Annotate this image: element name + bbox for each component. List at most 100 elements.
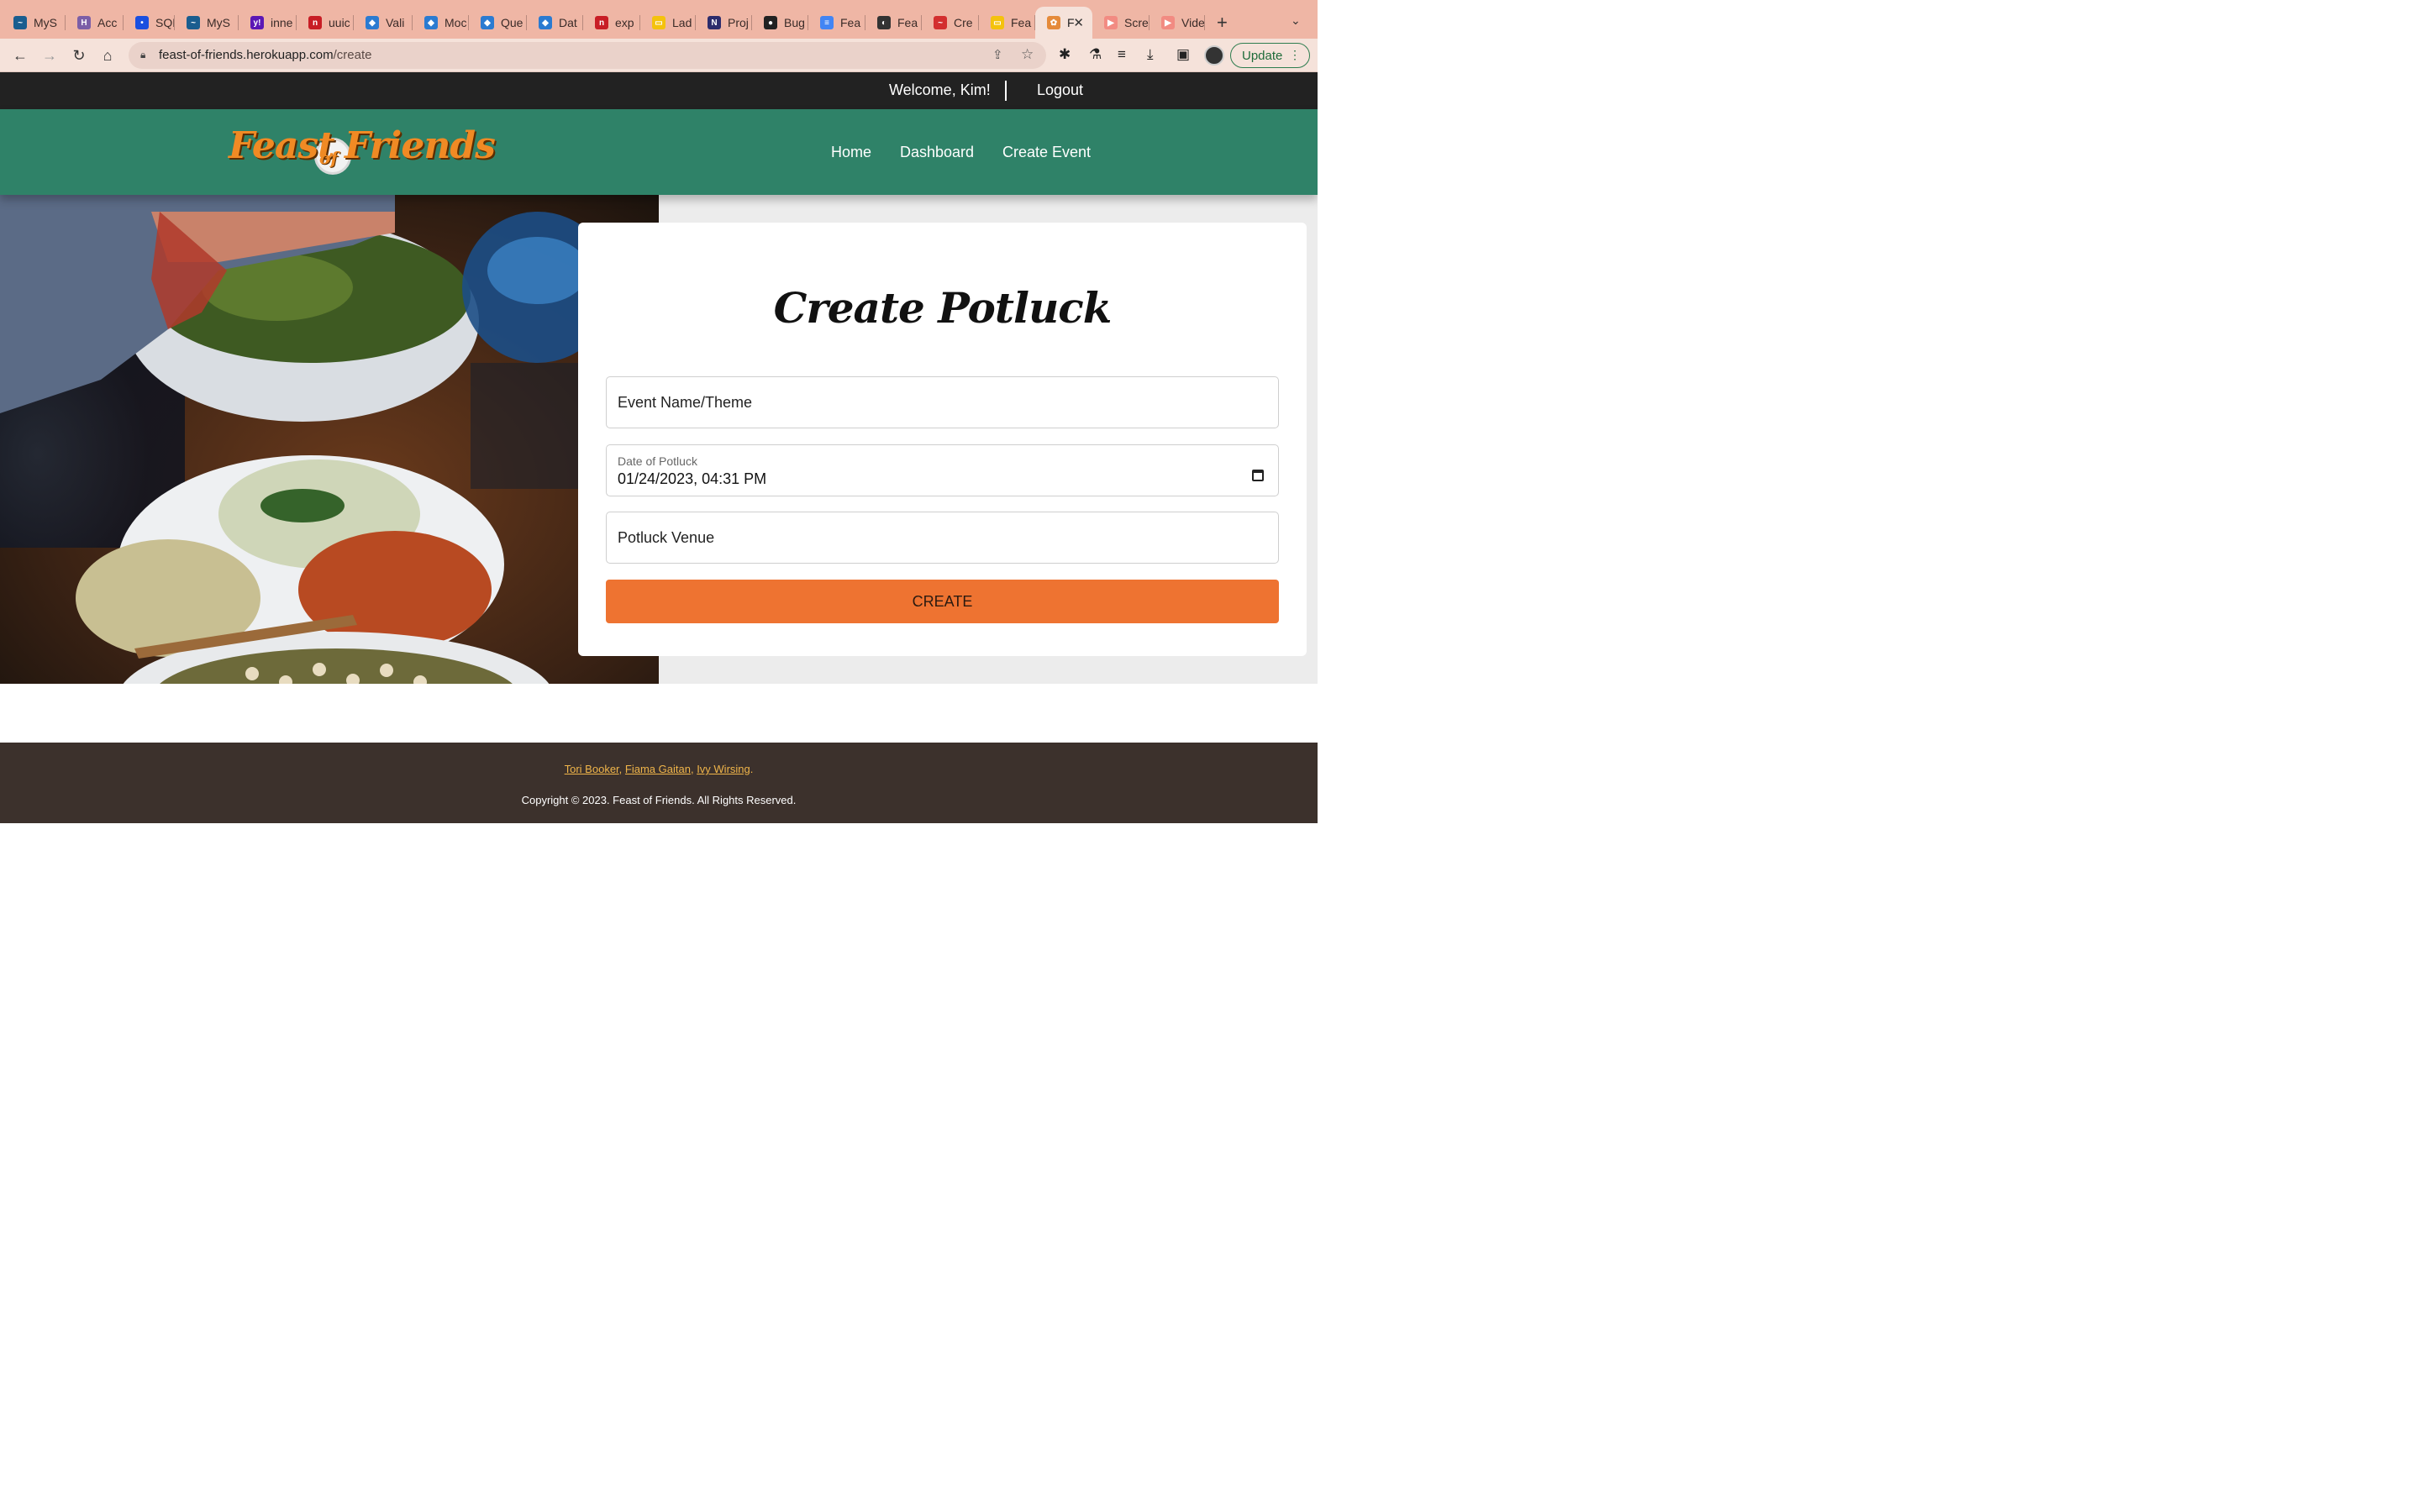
tab-label: Fea <box>897 16 918 29</box>
share-icon[interactable]: ⇪ <box>992 47 1003 62</box>
date-value: 01/24/2023, 04:31 PM <box>618 470 767 487</box>
forward-arrow-icon[interactable]: → <box>39 45 60 66</box>
tab-label: Vide <box>1181 16 1205 29</box>
tab-label: uuic <box>329 16 350 29</box>
browser-tab[interactable]: ~ Cre <box>922 7 979 39</box>
calendar-icon[interactable] <box>1252 470 1264 481</box>
browser-tab[interactable]: ▭ Fea <box>979 7 1035 39</box>
browser-tab[interactable]: ◆ Moc <box>413 7 469 39</box>
browser-tab[interactable]: n uuic <box>297 7 354 39</box>
browser-tab[interactable]: ~ MyS <box>175 7 239 39</box>
logout-link[interactable]: Logout <box>1037 81 1083 99</box>
browser-window: ~MySHAcc•SQL~MySy!innenuuic◆Vali◆Moc◆Que… <box>0 0 1318 823</box>
extensions-puzzle-icon[interactable]: ✱ <box>1059 46 1071 63</box>
tab-label: Lad <box>672 16 692 29</box>
create-button[interactable]: CREATE <box>606 580 1279 623</box>
browser-tab[interactable]: N Proj <box>696 7 752 39</box>
tab-favicon-icon: ◆ <box>481 16 494 29</box>
tab-label: Vali <box>386 16 405 29</box>
browser-tab[interactable]: ≡ Fea <box>808 7 865 39</box>
url-host: feast-of-friends.herokuapp.com <box>159 48 334 62</box>
back-arrow-icon[interactable]: ← <box>10 45 30 66</box>
browser-tab[interactable]: n exp <box>583 7 640 39</box>
media-queue-icon[interactable]: ≡ <box>1118 46 1126 63</box>
logo-word-feast: Feast <box>229 124 334 167</box>
browser-tab[interactable]: ▶ Vide <box>1150 7 1205 39</box>
new-tab-icon[interactable]: + <box>1217 12 1228 34</box>
venue-input[interactable]: Potluck Venue <box>606 512 1279 564</box>
browser-toolbar: ← → ↻ ⌂ 🔒︎ feast-of-friends.herokuapp.co… <box>0 39 1318 72</box>
author-link[interactable]: Ivy Wirsing <box>697 763 750 775</box>
nav-create-event[interactable]: Create Event <box>1002 144 1091 161</box>
tab-label: exp <box>615 16 634 29</box>
tab-search-chevron-icon[interactable]: ⌄ <box>1291 13 1301 28</box>
author-link[interactable]: Tori Booker <box>565 763 619 775</box>
site-logo[interactable]: Feast of Friends <box>229 123 496 176</box>
tab-favicon-icon: ◆ <box>366 16 379 29</box>
browser-tab[interactable]: ◆ Vali <box>354 7 413 39</box>
tab-label: Proj <box>728 16 749 29</box>
site-footer: Tori Booker, Fiama Gaitan, Ivy Wirsing. … <box>0 743 1318 823</box>
browser-tab[interactable]: y! inne <box>239 7 297 39</box>
author-link[interactable]: Fiama Gaitan <box>625 763 691 775</box>
update-button[interactable]: Update ⋮ <box>1230 43 1310 68</box>
tab-label: Fea <box>840 16 861 29</box>
side-panel-icon[interactable]: ▣ <box>1176 46 1190 63</box>
reload-icon[interactable]: ↻ <box>69 45 89 66</box>
tab-favicon-icon: n <box>308 16 322 29</box>
browser-tab[interactable]: ◐ Fea <box>865 7 922 39</box>
event-name-placeholder: Event Name/Theme <box>618 394 753 411</box>
more-menu-icon[interactable]: ⋮ <box>1289 48 1301 62</box>
browser-tab[interactable]: H Acc <box>66 7 124 39</box>
site-header: Feast of Friends Home Dashboard Create E… <box>0 109 1318 195</box>
nav-home[interactable]: Home <box>831 144 871 161</box>
tab-favicon-icon: ▭ <box>652 16 666 29</box>
tab-favicon-icon: n <box>595 16 608 29</box>
browser-tab[interactable]: ✿ F ✕ <box>1035 7 1092 39</box>
food-photo <box>0 195 659 684</box>
tab-strip: ~MySHAcc•SQL~MySy!innenuuic◆Vali◆Moc◆Que… <box>0 0 1318 39</box>
tab-favicon-icon: y! <box>250 16 264 29</box>
browser-tab[interactable]: ▶ Scre <box>1092 7 1150 39</box>
tab-separator <box>1204 15 1205 30</box>
logo-word-of: of <box>319 148 338 168</box>
tab-label: SQL <box>155 16 175 29</box>
authors-line: Tori Booker, Fiama Gaitan, Ivy Wirsing. <box>564 763 754 775</box>
create-potluck-card: Create Potluck Event Name/Theme Date of … <box>578 223 1307 656</box>
labs-flask-icon[interactable]: ⚗ <box>1089 46 1102 63</box>
browser-tab[interactable]: ~ MyS <box>2 7 66 39</box>
tab-favicon-icon: ✿ <box>1047 16 1060 29</box>
event-name-input[interactable]: Event Name/Theme <box>606 376 1279 428</box>
home-icon[interactable]: ⌂ <box>97 45 118 66</box>
tab-label: Scre <box>1124 16 1149 29</box>
user-bar: Welcome, Kim! Logout <box>0 72 1318 109</box>
bookmark-star-icon[interactable]: ☆ <box>1021 46 1034 63</box>
tab-favicon-icon: ≡ <box>820 16 834 29</box>
tab-label: Cre <box>954 16 973 29</box>
address-bar[interactable]: 🔒︎ feast-of-friends.herokuapp.com/create… <box>129 42 1046 69</box>
date-input[interactable]: Date of Potluck 01/24/2023, 04:31 PM <box>606 444 1279 496</box>
tab-label: MyS <box>34 16 57 29</box>
browser-tab[interactable]: ◆ Dat <box>527 7 583 39</box>
tab-label: Moc <box>445 16 467 29</box>
tab-favicon-icon: • <box>135 16 149 29</box>
tab-favicon-icon: ● <box>764 16 777 29</box>
tab-label: Bug <box>784 16 805 29</box>
tab-favicon-icon: ~ <box>13 16 27 29</box>
tab-favicon-icon: ◆ <box>539 16 552 29</box>
tab-label: Que <box>501 16 523 29</box>
profile-avatar[interactable] <box>1204 45 1224 66</box>
tab-favicon-icon: ▭ <box>991 16 1004 29</box>
tab-label: Fea <box>1011 16 1032 29</box>
browser-tab[interactable]: • SQL <box>124 7 175 39</box>
date-label: Date of Potluck <box>618 454 697 468</box>
nav-dashboard[interactable]: Dashboard <box>900 144 974 161</box>
url-path: /create <box>333 48 372 62</box>
welcome-text: Welcome, Kim! <box>889 81 991 98</box>
download-icon[interactable]: ⤓ <box>1147 46 1154 63</box>
browser-tab[interactable]: ▭ Lad <box>640 7 696 39</box>
tab-label: Dat <box>559 16 577 29</box>
browser-tab[interactable]: ◆ Que <box>469 7 527 39</box>
tab-close-icon[interactable]: ✕ <box>1073 15 1084 30</box>
browser-tab[interactable]: ● Bug <box>752 7 808 39</box>
